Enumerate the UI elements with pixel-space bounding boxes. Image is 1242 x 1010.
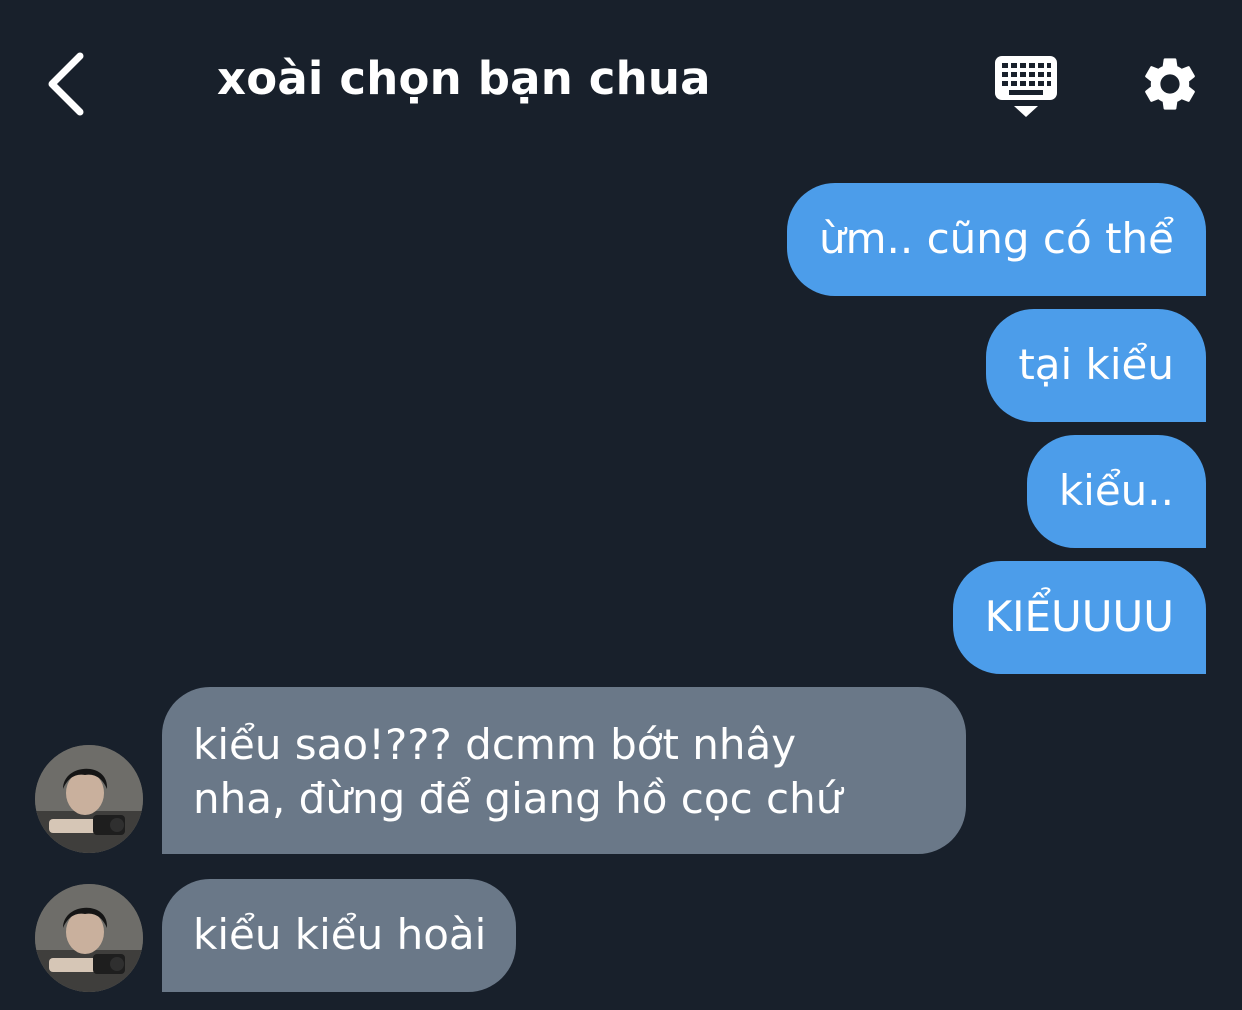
gear-icon bbox=[1145, 58, 1195, 110]
keyboard-hide-icon bbox=[995, 56, 1057, 117]
contact-avatar[interactable] bbox=[35, 745, 143, 853]
back-button[interactable] bbox=[38, 48, 98, 120]
message-text: KIỂUUUU bbox=[984, 592, 1174, 641]
message-text: kiểu.. bbox=[1058, 466, 1174, 515]
chevron-left-icon bbox=[48, 52, 84, 116]
message-text: kiểu kiểu hoài bbox=[193, 910, 487, 959]
avatar-image bbox=[35, 745, 143, 853]
chat-title: xoài chọn bạn chua bbox=[217, 52, 711, 105]
avatar-image bbox=[35, 884, 143, 992]
incoming-message-bubble[interactable]: kiểu sao!??? dcmm bớt nhây nha, đừng để … bbox=[162, 687, 966, 854]
contact-avatar[interactable] bbox=[35, 884, 143, 992]
chat-header: xoài chọn bạn chua bbox=[0, 0, 1242, 170]
message-text-line: nha, đừng để giang hồ cọc chứ bbox=[193, 774, 843, 823]
message-text: ừm.. cũng có thể bbox=[819, 214, 1174, 263]
message-text: tại kiểu bbox=[1018, 340, 1174, 389]
message-text-line: kiểu sao!??? dcmm bớt nhây bbox=[193, 720, 797, 769]
outgoing-message-bubble[interactable]: tại kiểu bbox=[986, 309, 1206, 422]
outgoing-message-bubble[interactable]: KIỂUUUU bbox=[952, 561, 1206, 674]
settings-button[interactable] bbox=[1138, 52, 1202, 116]
keyboard-toggle-button[interactable] bbox=[992, 52, 1060, 120]
incoming-message-bubble[interactable]: kiểu kiểu hoài bbox=[162, 879, 517, 992]
outgoing-message-bubble[interactable]: kiểu.. bbox=[1026, 435, 1206, 548]
outgoing-message-bubble[interactable]: ừm.. cũng có thể bbox=[787, 183, 1206, 296]
